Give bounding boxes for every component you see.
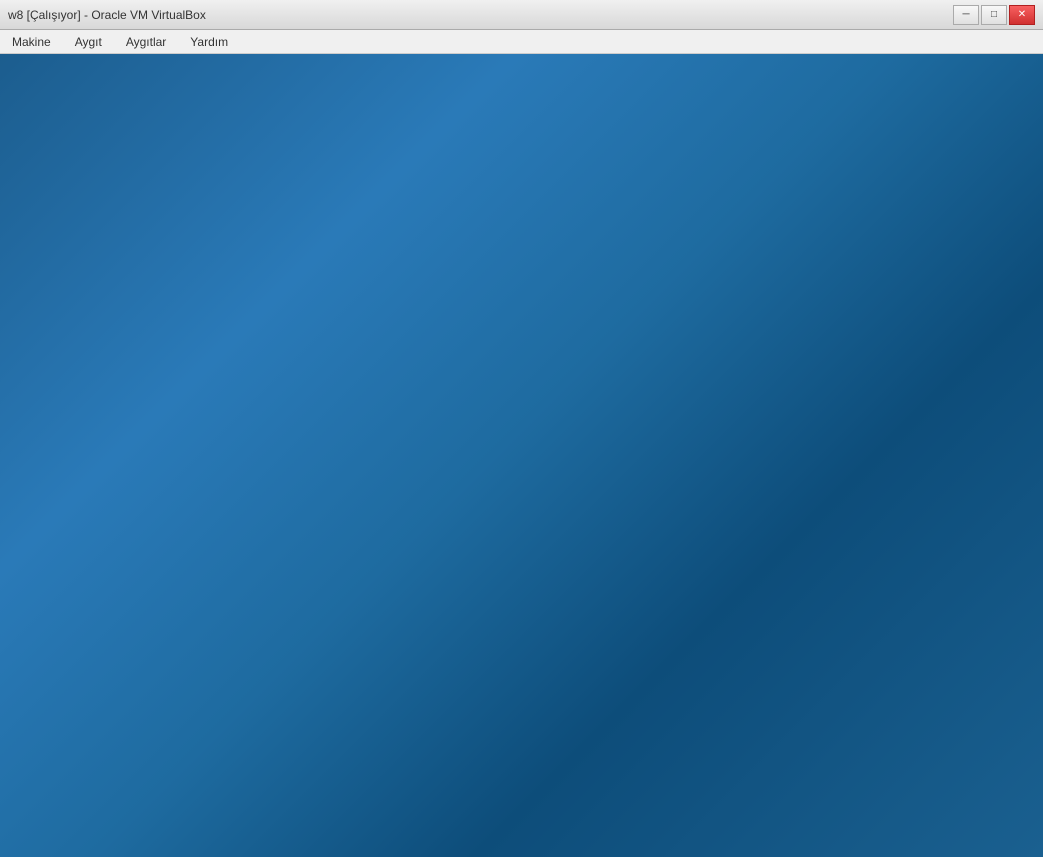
vbox-titlebar: w8 [Çalışıyor] - Oracle VM VirtualBox ─ … xyxy=(0,0,1043,30)
vbox-title: w8 [Çalışıyor] - Oracle VM VirtualBox xyxy=(8,8,953,22)
menu-makine[interactable]: Makine xyxy=(8,33,55,51)
minimize-button[interactable]: ─ xyxy=(953,5,979,25)
menu-aygt[interactable]: Aygıt xyxy=(71,33,106,51)
menu-yardim[interactable]: Yardım xyxy=(186,33,232,51)
window-controls: ─ □ ✕ xyxy=(953,5,1035,25)
desktop: w8 [Çalışıyor] - Oracle VM VirtualBox ─ … xyxy=(0,0,1043,857)
maximize-button[interactable]: □ xyxy=(981,5,1007,25)
close-button[interactable]: ✕ xyxy=(1009,5,1035,25)
vbox-menubar: Makine Aygıt Aygıtlar Yardım xyxy=(0,30,1043,54)
menu-aygitlar[interactable]: Aygıtlar xyxy=(122,33,170,51)
